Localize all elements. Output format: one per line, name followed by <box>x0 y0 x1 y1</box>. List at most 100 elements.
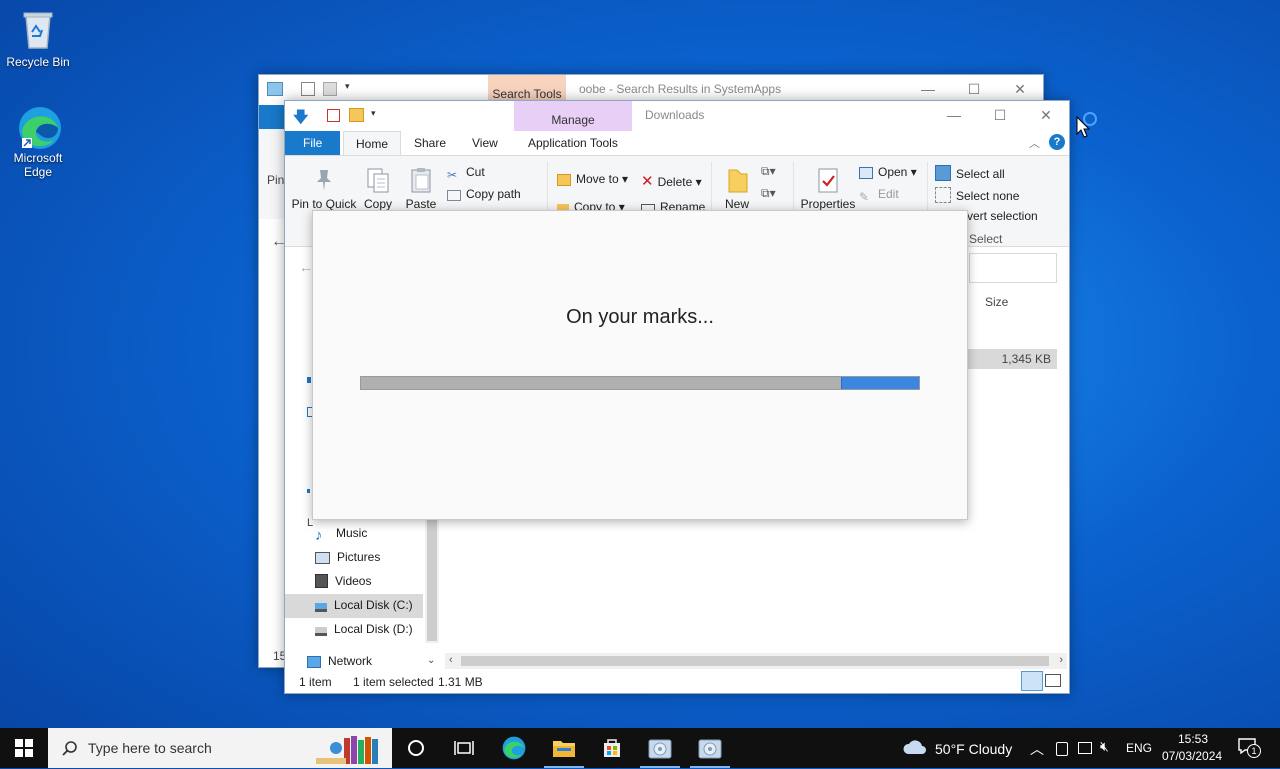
nav-item-music[interactable]: ♪ Music <box>315 526 367 544</box>
cortana-button[interactable] <box>392 728 440 768</box>
new-item-icon[interactable]: ⧉▾ <box>761 164 776 179</box>
select-group-label: Select <box>969 232 1003 246</box>
weather-text[interactable]: 50°F Cloudy <box>935 741 1012 757</box>
column-header-size[interactable]: Size <box>985 295 1008 309</box>
store-bag-icon <box>604 739 620 757</box>
cortana-circle-icon <box>408 740 424 756</box>
back-arrow-icon[interactable]: ← <box>299 259 313 275</box>
nav-marker-icon <box>307 489 310 493</box>
nav-item-local-disk-c[interactable]: Local Disk (C:) <box>315 598 413 612</box>
large-icons-view-icon[interactable] <box>1045 674 1061 687</box>
paste-button[interactable]: Paste <box>403 166 439 211</box>
nav-scrollbar-thumb[interactable] <box>427 519 437 641</box>
manage-tab[interactable]: Manage <box>514 101 632 131</box>
taskbar: Type here to search 50°F Cloudy ︿ 🔇︎ ENG… <box>0 728 1280 768</box>
meet-now-icon[interactable] <box>1056 742 1068 756</box>
desktop-icon-label: Recycle Bin <box>6 55 70 69</box>
notification-center-button[interactable]: 1 <box>1238 738 1261 758</box>
close-button[interactable]: ✕ <box>1023 101 1069 129</box>
minimize-button[interactable]: — <box>905 75 951 103</box>
delete-x-icon: ✕ <box>641 173 654 190</box>
taskbar-search-input[interactable]: Type here to search <box>48 728 392 768</box>
task-view-button[interactable] <box>440 728 488 768</box>
copy-path-button[interactable]: Copy path <box>447 187 521 201</box>
clock-date[interactable]: 07/03/2024 <box>1162 749 1222 763</box>
new-folder-qa-icon[interactable] <box>323 82 337 96</box>
select-all-button[interactable]: Select all <box>935 165 1005 181</box>
setup-disc-icon <box>698 739 722 759</box>
search-input[interactable] <box>969 253 1057 283</box>
scroll-left-icon[interactable]: ‹ <box>449 654 453 666</box>
taskbar-edge-button[interactable] <box>490 728 538 768</box>
scroll-right-icon[interactable]: › <box>1059 654 1063 666</box>
delete-button[interactable]: ✕ Delete ▾ <box>641 172 702 190</box>
rename-button[interactable]: Rename <box>641 200 705 210</box>
tab-home[interactable]: Home <box>343 131 402 157</box>
taskbar-setup-app-2-button[interactable] <box>686 728 734 768</box>
nav-item-network[interactable]: Network <box>307 654 372 668</box>
customize-qa-icon[interactable]: ▾ <box>345 81 350 92</box>
invert-selection-button[interactable]: vert selection <box>967 209 1038 223</box>
desktop-icon-recycle-bin[interactable]: Recycle Bin <box>0 8 76 69</box>
copy-button[interactable]: Copy <box>361 166 395 211</box>
new-folder-button[interactable]: New <box>719 166 755 211</box>
pin-icon <box>310 166 338 194</box>
cut-button[interactable]: ✂ Cut <box>447 165 485 182</box>
busy-ring-icon <box>1083 112 1097 126</box>
move-to-button[interactable]: Move to ▾ <box>557 172 628 186</box>
copy-to-button[interactable]: Copy to ▾ <box>557 200 625 210</box>
taskbar-file-explorer-button[interactable] <box>540 728 588 768</box>
horizontal-scrollbar[interactable]: ‹ › <box>445 653 1067 669</box>
details-view-icon[interactable] <box>1021 671 1043 691</box>
nav-item-pictures[interactable]: Pictures <box>315 550 380 564</box>
minimize-button[interactable]: — <box>931 101 977 129</box>
desktop-icon-edge[interactable]: Microsoft Edge <box>0 104 76 179</box>
tab-file[interactable]: File <box>285 131 341 155</box>
tab-share[interactable]: Share <box>402 131 458 155</box>
volume-muted-icon[interactable]: 🔇︎ <box>1100 738 1109 755</box>
tab-application-tools[interactable]: Application Tools <box>516 131 630 155</box>
new-folder-qa-icon[interactable] <box>349 108 364 122</box>
weather-cloud-icon[interactable] <box>902 738 928 759</box>
collapse-ribbon-icon[interactable]: ︿ <box>1029 135 1040 151</box>
properties-button[interactable]: Properties <box>799 166 857 211</box>
nav-scrollbar[interactable] <box>425 519 439 643</box>
nav-scroll-down-icon[interactable]: ⌄ <box>427 655 435 666</box>
show-hidden-icons-icon[interactable]: ︿ <box>1030 739 1044 759</box>
desktop-icon-label: Microsoft Edge <box>13 151 63 179</box>
taskbar-store-button[interactable] <box>588 728 636 768</box>
notification-count-badge: 1 <box>1247 744 1261 758</box>
properties-qa-icon[interactable] <box>301 82 315 96</box>
help-icon[interactable]: ? <box>1049 134 1065 150</box>
edge-icon <box>502 736 526 760</box>
nav-item-videos[interactable]: Videos <box>315 574 371 588</box>
pictures-icon <box>315 552 330 564</box>
clock-time[interactable]: 15:53 <box>1178 732 1208 746</box>
open-button[interactable]: Open ▾ <box>859 165 917 179</box>
taskbar-setup-app-1-button[interactable] <box>636 728 684 768</box>
ribbon-tabs: File Home Share View Application Tools ︿… <box>285 131 1069 157</box>
properties-qa-icon[interactable] <box>327 109 340 122</box>
task-view-icon <box>454 741 474 755</box>
language-indicator[interactable]: ENG <box>1126 741 1152 755</box>
horizontal-scrollbar-thumb[interactable] <box>461 656 1049 666</box>
back-file-tab[interactable] <box>259 105 285 129</box>
nav-marker-icon <box>307 377 311 383</box>
select-none-button[interactable]: Select none <box>935 187 1019 203</box>
start-button[interactable] <box>0 728 48 768</box>
progress-bar <box>360 376 920 390</box>
tab-view[interactable]: View <box>460 131 510 155</box>
close-button[interactable]: ✕ <box>997 75 1043 103</box>
search-highlight-books-icon <box>316 734 388 766</box>
easy-access-icon[interactable]: ⧉▾ <box>761 186 776 201</box>
search-placeholder: Type here to search <box>88 740 212 756</box>
customize-qa-icon[interactable]: ▾ <box>371 108 376 119</box>
maximize-button[interactable]: ☐ <box>951 75 997 103</box>
nav-item-local-disk-d[interactable]: Local Disk (D:) <box>315 622 413 636</box>
maximize-button[interactable]: ☐ <box>977 101 1023 129</box>
file-row[interactable]: 1,345 KB <box>967 349 1057 369</box>
front-window-titlebar[interactable]: 🡇 ▾ Manage Downloads — ☐ ✕ <box>285 101 1069 131</box>
back-window-titlebar[interactable]: ▾ Search Tools oobe - Search Results in … <box>259 75 1043 105</box>
network-tray-icon[interactable] <box>1078 742 1092 754</box>
edit-button[interactable]: ✎ Edit <box>859 187 899 204</box>
